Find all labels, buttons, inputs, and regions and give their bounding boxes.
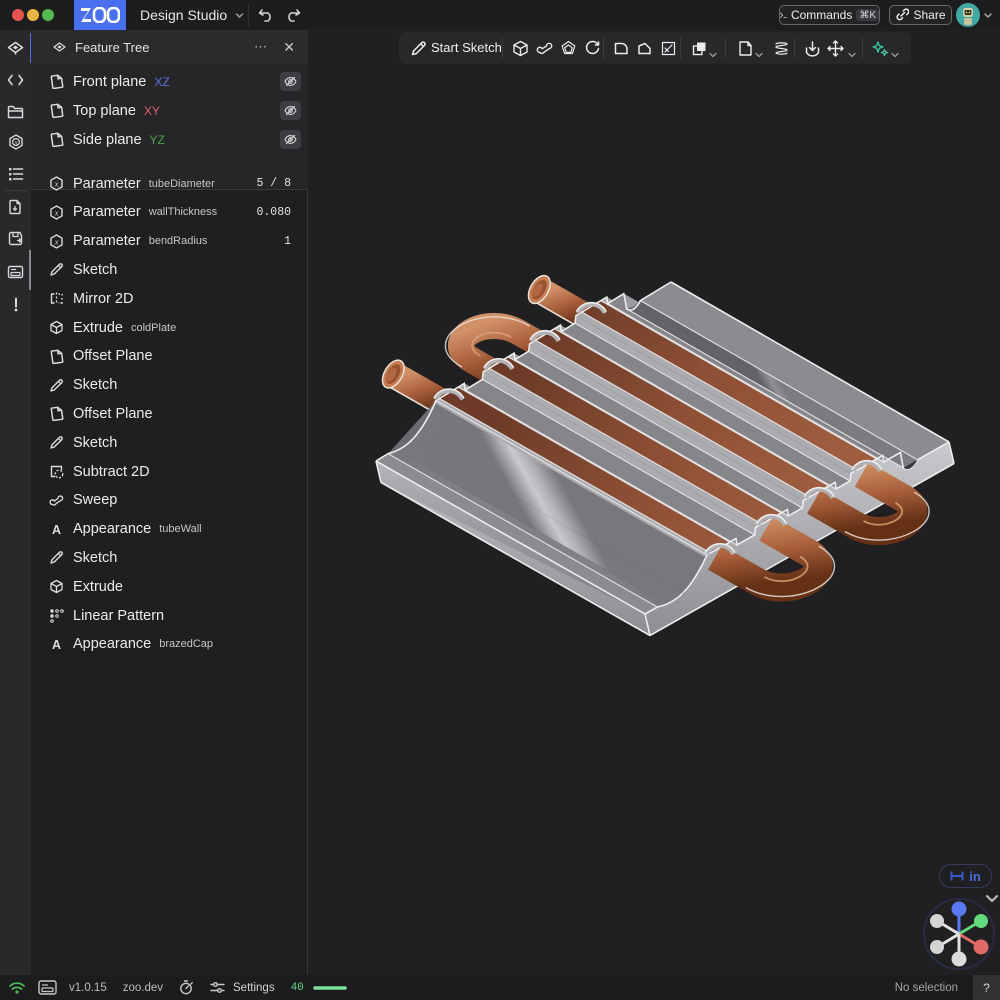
svg-text:x: x (54, 236, 59, 246)
svg-text:x: x (54, 179, 59, 189)
svg-text:A: A (52, 638, 61, 652)
svg-text:x: x (54, 207, 59, 217)
svg-text:A: A (52, 523, 61, 537)
